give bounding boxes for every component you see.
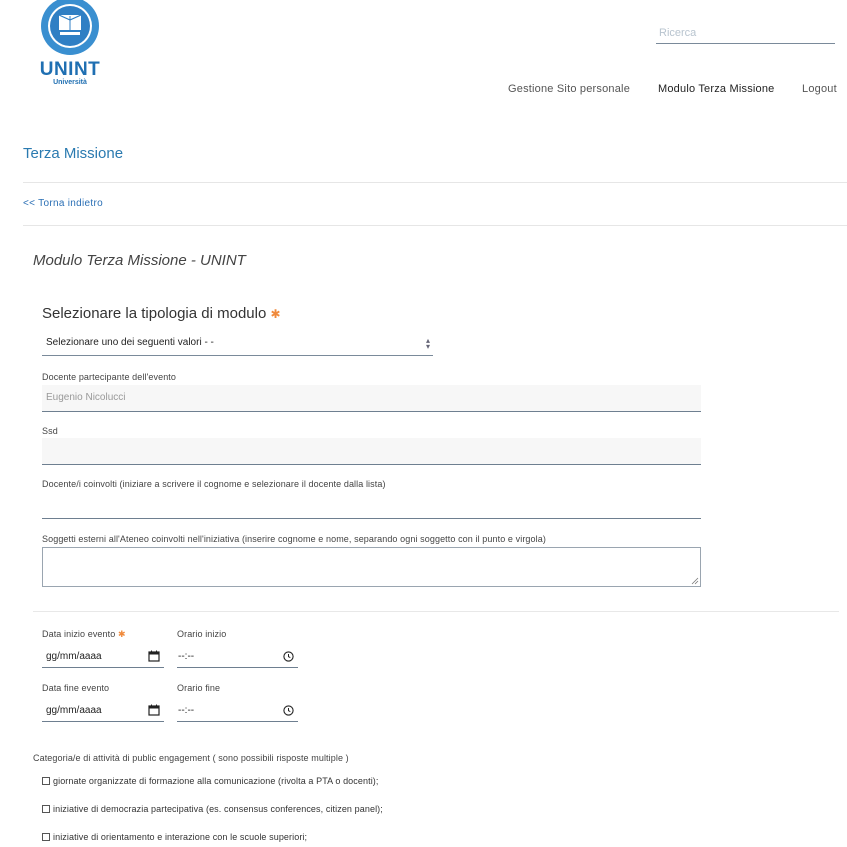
tipologia-select-value: Selezionare uno dei seguenti valori - - — [46, 337, 214, 348]
ssd-field[interactable] — [42, 438, 701, 465]
nav-logout[interactable]: Logout — [802, 83, 837, 95]
soggetti-esterni-label: Soggetti esterni all'Ateneo coinvolti ne… — [42, 534, 546, 544]
calendar-icon[interactable] — [148, 704, 160, 716]
docente-label: Docente partecipante dell'evento — [42, 372, 177, 382]
checkbox[interactable] — [42, 833, 50, 841]
orario-fine-label: Orario fine — [177, 683, 221, 693]
tipologia-label: Selezionare la tipologia di modulo ✱ — [42, 305, 281, 322]
checkbox[interactable] — [42, 805, 50, 813]
divider — [23, 182, 847, 183]
university-logo[interactable]: UNINT Università — [38, 0, 102, 86]
orario-inizio-input[interactable]: --:-- — [177, 646, 298, 668]
calendar-icon[interactable] — [148, 650, 160, 662]
nav-modulo-terza-missione[interactable]: Modulo Terza Missione — [658, 83, 775, 95]
orario-fine-value: --:-- — [178, 705, 195, 716]
page-title: Terza Missione — [23, 145, 124, 162]
docente-field-value: Eugenio Nicolucci — [46, 392, 126, 403]
data-fine-label: Data fine evento — [42, 683, 110, 693]
categoria-option-label: giornate organizzate di formazione alla … — [53, 776, 379, 786]
docenti-coinvolti-input[interactable] — [42, 492, 701, 519]
docente-field[interactable]: Eugenio Nicolucci — [42, 385, 701, 412]
ssd-label: Ssd — [42, 426, 58, 436]
university-seal-icon — [41, 0, 99, 55]
data-inizio-label-text: Data inizio evento — [42, 629, 116, 639]
data-inizio-input[interactable]: gg/mm/aaaa — [42, 646, 164, 668]
search-input[interactable] — [656, 22, 835, 44]
divider — [23, 225, 847, 226]
top-nav: Gestione Sito personale Modulo Terza Mis… — [0, 83, 847, 97]
back-link[interactable]: << Torna indietro — [23, 198, 103, 209]
resize-handle-icon[interactable] — [691, 577, 699, 585]
categoria-option[interactable]: giornate organizzate di formazione alla … — [42, 776, 379, 786]
data-inizio-label: Data inizio evento ✱ — [42, 629, 126, 640]
categorie-label: Categoria/e di attività di public engage… — [33, 753, 349, 763]
orario-inizio-value: --:-- — [178, 651, 195, 662]
orario-fine-input[interactable]: --:-- — [177, 700, 298, 722]
nav-gestione-sito-personale[interactable]: Gestione Sito personale — [508, 83, 630, 95]
clock-icon[interactable] — [283, 651, 294, 662]
tipologia-label-text: Selezionare la tipologia di modulo — [42, 305, 267, 322]
section-divider — [33, 611, 839, 612]
data-fine-input[interactable]: gg/mm/aaaa — [42, 700, 164, 722]
categoria-option[interactable]: iniziative di democrazia partecipativa (… — [42, 804, 383, 814]
tipologia-select[interactable]: Selezionare uno dei seguenti valori - - … — [42, 332, 433, 356]
data-fine-value: gg/mm/aaaa — [46, 705, 102, 716]
categoria-option[interactable]: iniziative di orientamento e interazione… — [42, 832, 307, 842]
categoria-option-label: iniziative di democrazia partecipativa (… — [53, 804, 383, 814]
categoria-option-label: iniziative di orientamento e interazione… — [53, 832, 308, 842]
logo-text: UNINT — [39, 59, 101, 80]
select-arrows-icon: ▴ ▾ — [425, 336, 430, 351]
data-inizio-value: gg/mm/aaaa — [46, 651, 102, 662]
docenti-coinvolti-label: Docente/i coinvolti (iniziare a scrivere… — [42, 479, 386, 489]
clock-icon[interactable] — [283, 705, 294, 716]
orario-inizio-label: Orario inizio — [177, 629, 227, 639]
checkbox[interactable] — [42, 777, 50, 785]
required-icon: ✱ — [117, 629, 126, 639]
form-title: Modulo Terza Missione - UNINT — [33, 252, 246, 269]
required-icon: ✱ — [270, 307, 281, 321]
soggetti-esterni-textarea[interactable] — [42, 547, 701, 587]
